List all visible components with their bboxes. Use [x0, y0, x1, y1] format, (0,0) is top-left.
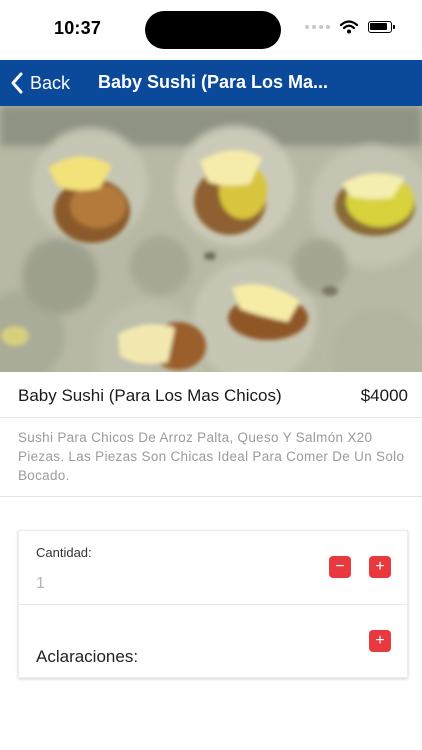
product-image — [0, 106, 422, 372]
page-title: Baby Sushi (Para Los Ma... — [98, 72, 329, 92]
wifi-icon — [340, 20, 358, 34]
battery-icon — [368, 21, 395, 33]
card-divider — [19, 604, 407, 605]
quantity-label: Cantidad: — [36, 545, 92, 560]
notes-label: Aclaraciones: — [36, 647, 139, 666]
order-form-card: Cantidad: 1 − + Aclaraciones: + — [18, 530, 408, 678]
divider — [0, 496, 422, 497]
decrement-quantity-button[interactable]: − — [329, 556, 351, 578]
minus-icon: − — [335, 558, 345, 575]
status-bar: 10:37 — [0, 0, 422, 60]
product-name: Baby Sushi (Para Los Mas Chicos) — [18, 386, 282, 405]
increment-quantity-button[interactable]: + — [369, 556, 391, 578]
back-button[interactable]: Back — [10, 60, 70, 106]
product-price: $4000 — [360, 386, 408, 405]
plus-icon: + — [375, 558, 385, 575]
add-note-button[interactable]: + — [369, 630, 391, 652]
navigation-bar: Back Baby Sushi (Para Los Ma... — [0, 60, 422, 106]
dynamic-island — [145, 11, 281, 49]
sushi-photo — [0, 106, 422, 372]
status-icons — [305, 20, 395, 34]
cellular-signal-icon — [305, 25, 330, 29]
quantity-input[interactable]: 1 — [36, 575, 45, 593]
product-header: Baby Sushi (Para Los Mas Chicos) $4000 — [0, 372, 422, 418]
plus-icon: + — [375, 632, 385, 649]
chevron-left-icon — [11, 72, 23, 94]
back-label: Back — [30, 72, 71, 93]
status-time: 10:37 — [54, 18, 102, 38]
product-description: Sushi Para Chicos De Arroz Palta, Queso … — [18, 430, 405, 483]
